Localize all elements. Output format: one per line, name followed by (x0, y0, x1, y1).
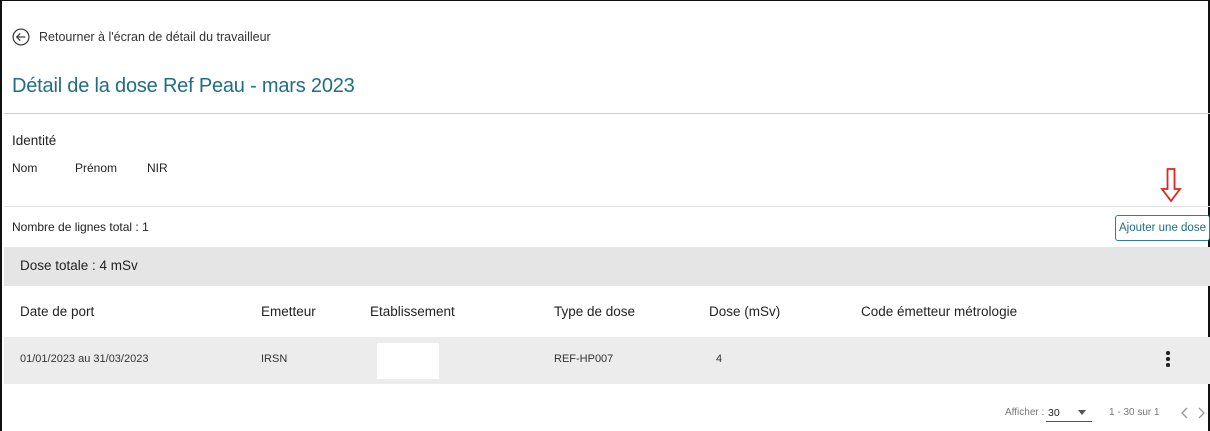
kebab-menu-icon[interactable] (1162, 349, 1174, 371)
cell-type: REF-HP007 (554, 353, 614, 365)
divider (4, 206, 1210, 207)
dose-table: Date de port Emetteur Etablissement Type… (4, 286, 1210, 384)
cell-etablissement (377, 343, 439, 379)
chevron-right-icon[interactable] (1195, 404, 1207, 422)
page-title: Détail de la dose Ref Peau - mars 2023 (12, 75, 355, 97)
column-header-dose[interactable]: Dose (mSv) (709, 304, 780, 319)
cell-emetteur: IRSN (261, 353, 288, 365)
identity-field-prenom: Prénom (75, 161, 118, 175)
column-header-emetteur[interactable]: Emetteur (261, 304, 316, 319)
cell-date: 01/01/2023 au 31/03/2023 (20, 353, 149, 365)
arrow-left-circle-icon[interactable] (12, 28, 30, 46)
identity-section-title: Identité (12, 133, 57, 148)
dose-total-bar: Dose totale : 4 mSv (4, 247, 1210, 286)
dose-total-label: Dose totale : 4 mSv (20, 258, 138, 273)
chevron-left-icon[interactable] (1179, 404, 1191, 422)
add-dose-button[interactable]: Ajouter une dose (1115, 215, 1210, 241)
chevron-down-icon[interactable] (1078, 410, 1086, 415)
cell-dose: 4 (716, 353, 723, 365)
back-link-label[interactable]: Retourner à l'écran de détail du travail… (39, 30, 271, 44)
pagination-bar: Afficher : 30 1 - 30 sur 1 (2, 404, 1210, 424)
back-link[interactable]: Retourner à l'écran de détail du travail… (12, 27, 271, 47)
pagination-range: 1 - 30 sur 1 (1109, 407, 1160, 418)
page-size-select[interactable]: 30 (1046, 404, 1092, 422)
divider (4, 113, 1210, 114)
column-header-type[interactable]: Type de dose (554, 304, 635, 319)
column-header-etablissement[interactable]: Etablissement (370, 304, 455, 319)
page-size-label: Afficher : (1005, 407, 1045, 418)
rows-total-count: Nombre de lignes total : 1 (12, 220, 149, 234)
page-size-value[interactable]: 30 (1048, 407, 1060, 419)
column-header-code[interactable]: Code émetteur métrologie (861, 304, 1017, 319)
app-frame: Retourner à l'écran de détail du travail… (0, 0, 1210, 431)
identity-fields: Nom Prénom NIR (12, 161, 168, 175)
identity-field-nir: NIR (147, 161, 168, 175)
down-arrow-icon (1160, 168, 1182, 203)
column-header-date[interactable]: Date de port (20, 304, 94, 319)
table-header: Date de port Emetteur Etablissement Type… (4, 286, 1210, 337)
identity-field-nom: Nom (12, 161, 38, 175)
table-row[interactable]: 01/01/2023 au 31/03/2023 IRSN REF-HP007 … (4, 337, 1210, 384)
